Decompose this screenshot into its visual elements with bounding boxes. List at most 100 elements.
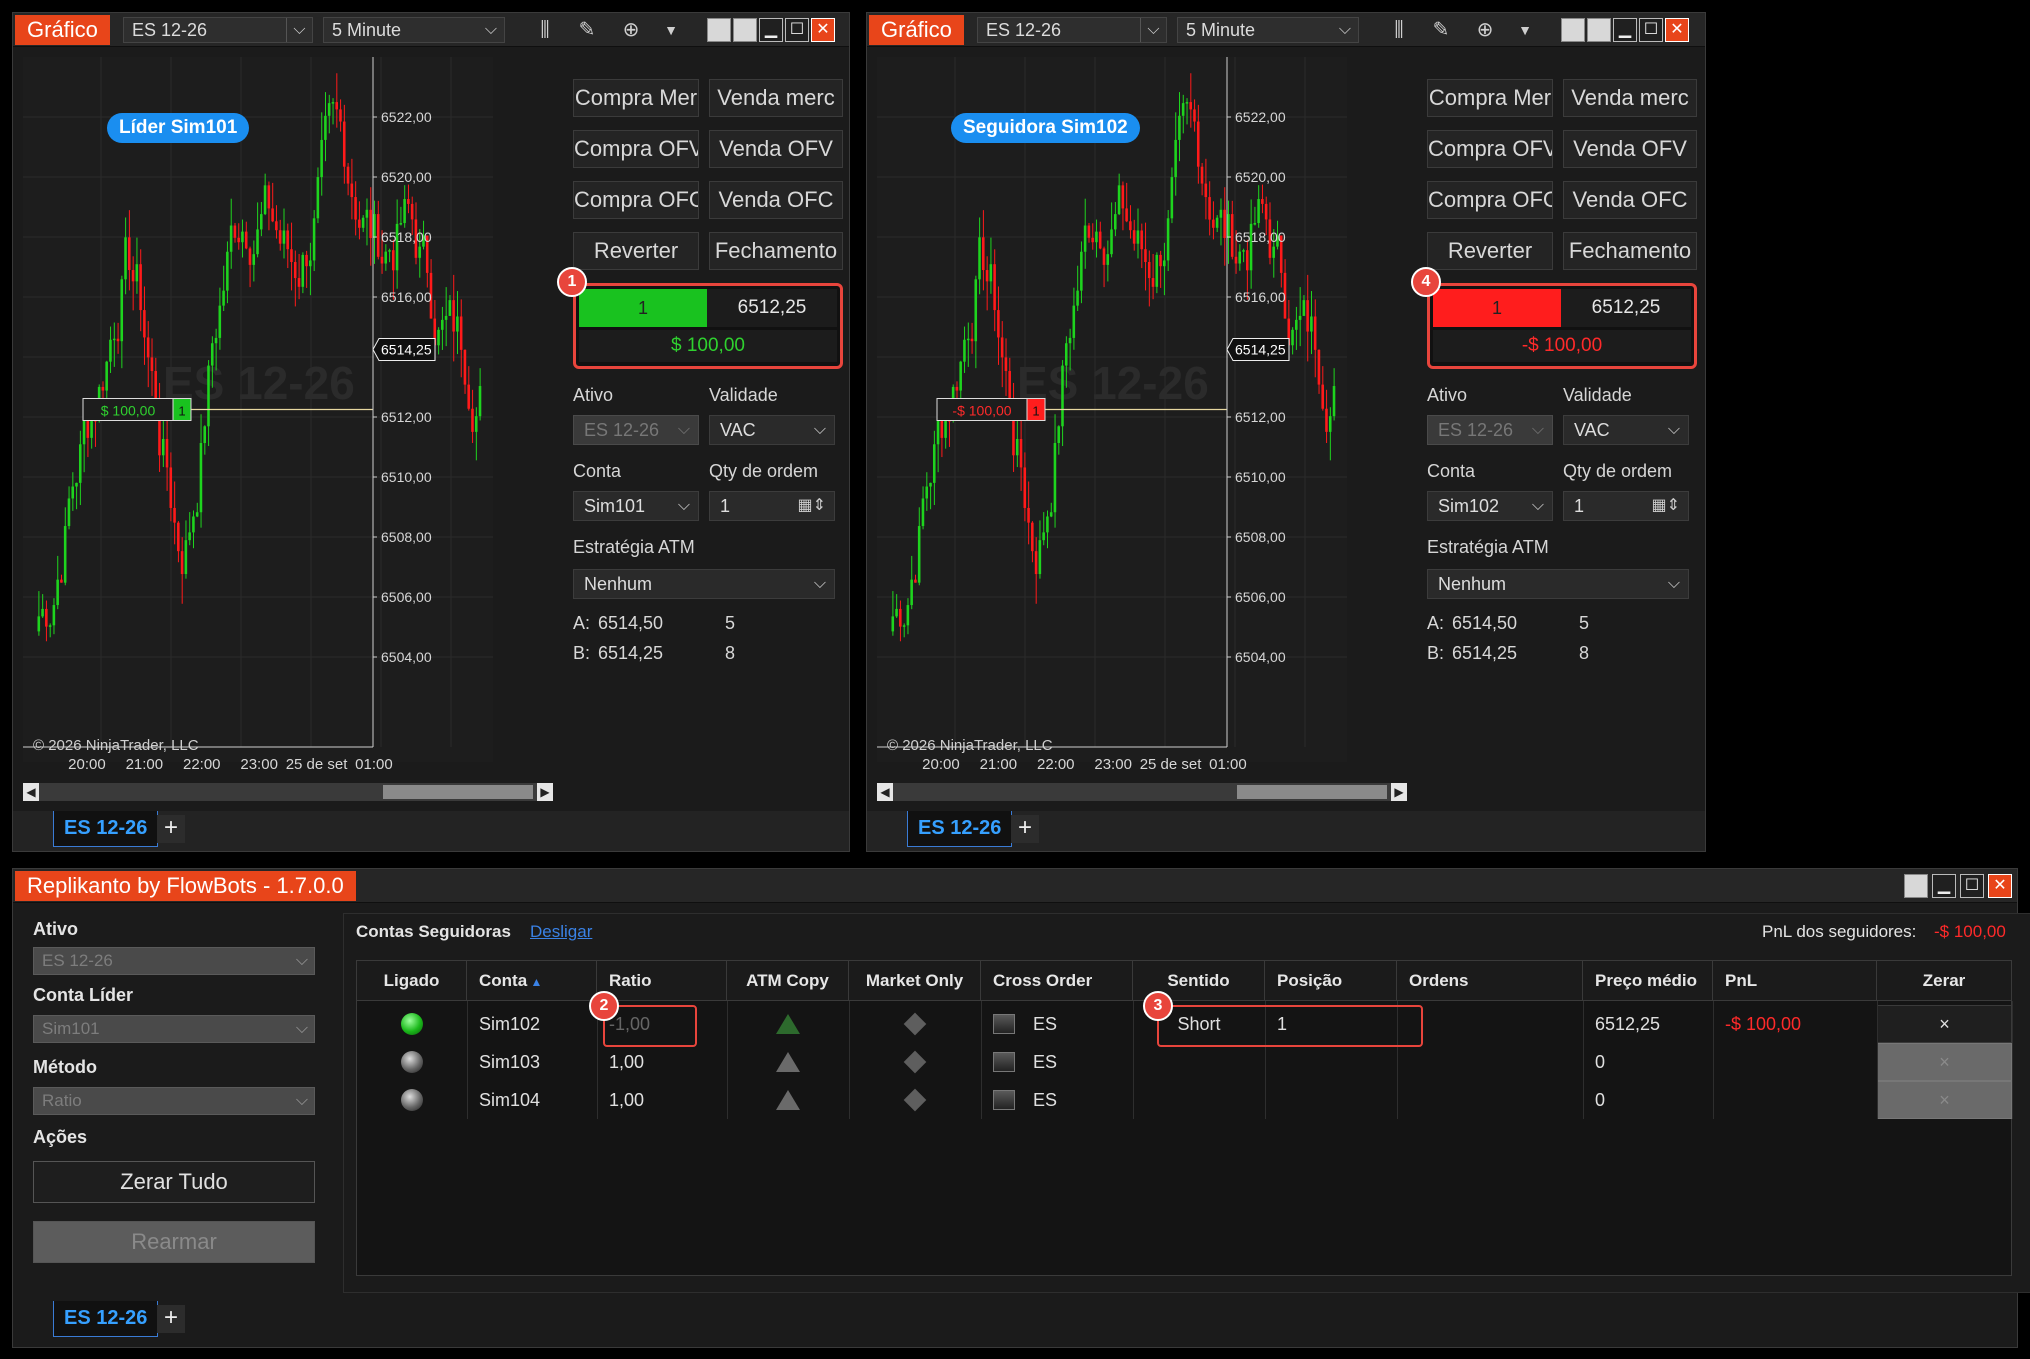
conta-select[interactable]: Sim102 ⌵ bbox=[1427, 491, 1553, 521]
column-header[interactable]: ATM Copy bbox=[727, 961, 849, 1001]
column-header[interactable]: Ratio bbox=[597, 961, 727, 1001]
maximize-button[interactable]: ☐ bbox=[1960, 874, 1984, 898]
ratio-cell[interactable]: 1,00 bbox=[609, 1043, 644, 1081]
buy-bid-button[interactable]: Compra OFV bbox=[573, 130, 699, 168]
tab-es-12-26[interactable]: ES 12-26 bbox=[53, 1301, 159, 1337]
buy-ofc-button[interactable]: Compra OFC bbox=[1427, 181, 1553, 219]
ativo-select[interactable]: ES 12-26 ⌵ bbox=[33, 947, 315, 975]
scroll-left-icon[interactable]: ◀ bbox=[877, 783, 893, 801]
maximize-button[interactable]: ☐ bbox=[785, 18, 809, 42]
sort-asc-icon[interactable]: ▲ bbox=[527, 975, 543, 989]
zerar-tudo-button[interactable]: Zerar Tudo bbox=[33, 1161, 315, 1203]
scroll-right-icon[interactable]: ▶ bbox=[537, 783, 553, 801]
price-chart[interactable]: ES 12-26 $ 100,00 1 6522,00 6520,00 6518,00 65… bbox=[23, 57, 493, 773]
minimize-button[interactable]: ▁ bbox=[759, 18, 783, 42]
validade-select[interactable]: VAC ⌵ bbox=[1563, 415, 1689, 445]
ativo-select[interactable]: ES 12-26 ⌵ bbox=[573, 415, 699, 445]
timeframe-selector[interactable]: 5 Minute ⌵ bbox=[1177, 17, 1359, 43]
sell-ofc-button[interactable]: Venda OFC bbox=[709, 181, 843, 219]
column-header[interactable]: Zerar bbox=[1877, 961, 2012, 1001]
maximize-button[interactable]: ☐ bbox=[1639, 18, 1663, 42]
ratio-cell[interactable]: 1,00 bbox=[609, 1081, 644, 1119]
reverse-button[interactable]: Reverter bbox=[573, 232, 699, 270]
bar-type-icon[interactable]: ⫼ bbox=[1385, 17, 1413, 43]
column-header[interactable]: Cross Order bbox=[981, 961, 1133, 1001]
market-only-icon[interactable] bbox=[903, 1088, 927, 1112]
sell-market-button[interactable]: Venda merc bbox=[709, 79, 843, 117]
ativo-select[interactable]: ES 12-26 ⌵ bbox=[1427, 415, 1553, 445]
tab-es-12-26[interactable]: ES 12-26 bbox=[53, 811, 159, 847]
market-only-icon[interactable] bbox=[903, 1012, 927, 1036]
atm-copy-icon[interactable] bbox=[776, 1090, 800, 1110]
market-only-icon[interactable] bbox=[903, 1050, 927, 1074]
instrument-selector[interactable]: ES 12-26 ⌵ bbox=[123, 17, 313, 43]
add-tab-button[interactable]: + bbox=[1011, 815, 1039, 843]
qty-input[interactable]: 1 ▦⇕ bbox=[1563, 491, 1689, 521]
restore-icon[interactable] bbox=[707, 18, 731, 42]
validade-select[interactable]: VAC ⌵ bbox=[709, 415, 835, 445]
zerar-button[interactable]: × bbox=[1877, 1005, 2012, 1043]
scroll-thumb[interactable] bbox=[383, 785, 533, 799]
buy-ofc-button[interactable]: Compra OFC bbox=[573, 181, 699, 219]
atm-select[interactable]: Nenhum ⌵ bbox=[573, 569, 835, 599]
zerar-button[interactable]: × bbox=[1877, 1043, 2012, 1081]
calculator-icon[interactable]: ▦⇕ bbox=[1651, 492, 1680, 520]
cross-order-icon[interactable] bbox=[993, 1052, 1015, 1072]
add-tab-button[interactable]: + bbox=[157, 815, 185, 843]
minimize-button[interactable]: ▁ bbox=[1932, 874, 1956, 898]
instrument-selector[interactable]: ES 12-26 ⌵ bbox=[977, 17, 1167, 43]
column-header[interactable]: Posição bbox=[1265, 961, 1397, 1001]
sell-ofc-button[interactable]: Venda OFC bbox=[1563, 181, 1697, 219]
close-button[interactable]: ✕ bbox=[1665, 18, 1689, 42]
buy-market-button[interactable]: Compra Mer bbox=[1427, 79, 1553, 117]
cross-order-icon[interactable] bbox=[993, 1014, 1015, 1034]
close-button[interactable]: ✕ bbox=[1988, 874, 2012, 898]
add-tab-button[interactable]: + bbox=[157, 1305, 185, 1333]
atm-copy-icon[interactable] bbox=[776, 1052, 800, 1072]
desligar-link[interactable]: Desligar bbox=[530, 922, 592, 942]
restore-icon[interactable] bbox=[1904, 874, 1928, 898]
column-header[interactable]: Market Only bbox=[849, 961, 981, 1001]
metodo-select[interactable]: Ratio ⌵ bbox=[33, 1087, 315, 1115]
column-header[interactable]: Ordens bbox=[1397, 961, 1583, 1001]
minimize-button[interactable]: ▁ bbox=[1613, 18, 1637, 42]
reverse-button[interactable]: Reverter bbox=[1427, 232, 1553, 270]
buy-bid-button[interactable]: Compra OFV bbox=[1427, 130, 1553, 168]
sell-market-button[interactable]: Venda merc bbox=[1563, 79, 1697, 117]
column-header[interactable]: PnL bbox=[1713, 961, 1877, 1001]
tile-icon[interactable] bbox=[1587, 18, 1611, 42]
zoom-icon[interactable]: ⊕ bbox=[1471, 17, 1499, 43]
zerar-button[interactable]: × bbox=[1877, 1081, 2012, 1119]
scroll-right-icon[interactable]: ▶ bbox=[1391, 783, 1407, 801]
column-header[interactable]: Conta ▲ bbox=[467, 961, 597, 1001]
calculator-icon[interactable]: ▦⇕ bbox=[797, 492, 826, 520]
enabled-indicator-icon[interactable] bbox=[401, 1051, 423, 1073]
timeframe-selector[interactable]: 5 Minute ⌵ bbox=[323, 17, 505, 43]
atm-select[interactable]: Nenhum ⌵ bbox=[1427, 569, 1689, 599]
close-position-button[interactable]: Fechamento bbox=[709, 232, 843, 270]
cross-order-icon[interactable] bbox=[993, 1090, 1015, 1110]
enabled-indicator-icon[interactable] bbox=[401, 1013, 423, 1035]
tile-icon[interactable] bbox=[733, 18, 757, 42]
chart-scrollbar[interactable]: ◀ ▶ bbox=[23, 783, 553, 801]
drawing-tool-icon[interactable]: ✎ bbox=[573, 17, 601, 43]
conta-select[interactable]: Sim101 ⌵ bbox=[573, 491, 699, 521]
buy-market-button[interactable]: Compra Mer bbox=[573, 79, 699, 117]
conta-lider-select[interactable]: Sim101 ⌵ bbox=[33, 1015, 315, 1043]
sell-ask-button[interactable]: Venda OFV bbox=[1563, 130, 1697, 168]
zoom-icon[interactable]: ⊕ bbox=[617, 17, 645, 43]
scroll-left-icon[interactable]: ◀ bbox=[23, 783, 39, 801]
column-header[interactable]: Ligado bbox=[357, 961, 467, 1001]
close-position-button[interactable]: Fechamento bbox=[1563, 232, 1697, 270]
sell-ask-button[interactable]: Venda OFV bbox=[709, 130, 843, 168]
tab-es-12-26[interactable]: ES 12-26 bbox=[907, 811, 1013, 847]
column-header[interactable]: Preço médio bbox=[1583, 961, 1713, 1001]
restore-icon[interactable] bbox=[1561, 18, 1585, 42]
drawing-tool-icon[interactable]: ✎ bbox=[1427, 17, 1455, 43]
enabled-indicator-icon[interactable] bbox=[401, 1089, 423, 1111]
dropdown-icon[interactable]: ▼ bbox=[657, 17, 685, 43]
bar-type-icon[interactable]: ⫼ bbox=[531, 17, 559, 43]
close-button[interactable]: ✕ bbox=[811, 18, 835, 42]
scroll-thumb[interactable] bbox=[1237, 785, 1387, 799]
qty-input[interactable]: 1 ▦⇕ bbox=[709, 491, 835, 521]
